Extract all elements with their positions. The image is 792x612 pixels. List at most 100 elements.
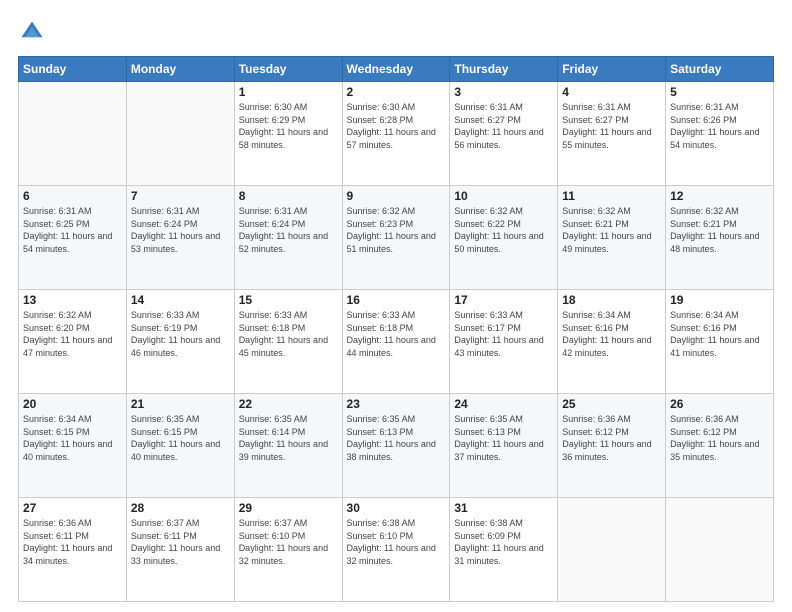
day-info: Sunrise: 6:31 AM Sunset: 6:24 PM Dayligh… bbox=[239, 205, 338, 255]
day-info: Sunrise: 6:33 AM Sunset: 6:18 PM Dayligh… bbox=[239, 309, 338, 359]
day-cell: 13 Sunrise: 6:32 AM Sunset: 6:20 PM Dayli… bbox=[19, 290, 127, 394]
day-number: 9 bbox=[347, 189, 446, 203]
day-number: 31 bbox=[454, 501, 553, 515]
day-info: Sunrise: 6:31 AM Sunset: 6:25 PM Dayligh… bbox=[23, 205, 122, 255]
day-number: 10 bbox=[454, 189, 553, 203]
week-row-0: 1Sunrise: 6:30 AM Sunset: 6:29 PM Daylig… bbox=[19, 82, 774, 186]
day-cell: 2 Sunrise: 6:30 AM Sunset: 6:28 PM Daylig… bbox=[342, 82, 450, 186]
day-cell bbox=[126, 82, 234, 186]
day-number: 16 bbox=[347, 293, 446, 307]
day-info: Sunrise: 6:35 AM Sunset: 6:13 PM Dayligh… bbox=[347, 413, 446, 463]
day-cell bbox=[558, 498, 666, 602]
day-number: 7 bbox=[131, 189, 230, 203]
day-number: 19 bbox=[670, 293, 769, 307]
day-number: 5 bbox=[670, 85, 769, 99]
day-info: Sunrise: 6:33 AM Sunset: 6:17 PM Dayligh… bbox=[454, 309, 553, 359]
weekday-header-thursday: Thursday bbox=[450, 57, 558, 82]
day-cell: 9 Sunrise: 6:32 AM Sunset: 6:23 PM Daylig… bbox=[342, 186, 450, 290]
day-info: Sunrise: 6:30 AM Sunset: 6:28 PM Dayligh… bbox=[347, 101, 446, 151]
day-info: Sunrise: 6:33 AM Sunset: 6:18 PM Dayligh… bbox=[347, 309, 446, 359]
day-info: Sunrise: 6:35 AM Sunset: 6:14 PM Dayligh… bbox=[239, 413, 338, 463]
day-info: Sunrise: 6:34 AM Sunset: 6:16 PM Dayligh… bbox=[670, 309, 769, 359]
day-info: Sunrise: 6:37 AM Sunset: 6:10 PM Dayligh… bbox=[239, 517, 338, 567]
day-info: Sunrise: 6:36 AM Sunset: 6:11 PM Dayligh… bbox=[23, 517, 122, 567]
day-info: Sunrise: 6:36 AM Sunset: 6:12 PM Dayligh… bbox=[562, 413, 661, 463]
day-info: Sunrise: 6:32 AM Sunset: 6:23 PM Dayligh… bbox=[347, 205, 446, 255]
week-row-1: 6 Sunrise: 6:31 AM Sunset: 6:25 PM Daylig… bbox=[19, 186, 774, 290]
day-cell: 6 Sunrise: 6:31 AM Sunset: 6:25 PM Daylig… bbox=[19, 186, 127, 290]
day-cell: 10 Sunrise: 6:32 AM Sunset: 6:22 PM Dayli… bbox=[450, 186, 558, 290]
day-cell: 11 Sunrise: 6:32 AM Sunset: 6:21 PM Dayli… bbox=[558, 186, 666, 290]
day-info: Sunrise: 6:31 AM Sunset: 6:27 PM Dayligh… bbox=[562, 101, 661, 151]
header bbox=[18, 18, 774, 46]
weekday-header-row: SundayMondayTuesdayWednesdayThursdayFrid… bbox=[19, 57, 774, 82]
day-cell: 28 Sunrise: 6:37 AM Sunset: 6:11 PM Dayli… bbox=[126, 498, 234, 602]
weekday-header-wednesday: Wednesday bbox=[342, 57, 450, 82]
day-info: Sunrise: 6:35 AM Sunset: 6:13 PM Dayligh… bbox=[454, 413, 553, 463]
day-number: 22 bbox=[239, 397, 338, 411]
day-cell: 30 Sunrise: 6:38 AM Sunset: 6:10 PM Dayli… bbox=[342, 498, 450, 602]
day-number: 26 bbox=[670, 397, 769, 411]
week-row-3: 20 Sunrise: 6:34 AM Sunset: 6:15 PM Dayli… bbox=[19, 394, 774, 498]
day-info: Sunrise: 6:38 AM Sunset: 6:09 PM Dayligh… bbox=[454, 517, 553, 567]
day-cell: 3Sunrise: 6:31 AM Sunset: 6:27 PM Daylig… bbox=[450, 82, 558, 186]
weekday-header-tuesday: Tuesday bbox=[234, 57, 342, 82]
day-number: 30 bbox=[347, 501, 446, 515]
day-cell: 24 Sunrise: 6:35 AM Sunset: 6:13 PM Dayli… bbox=[450, 394, 558, 498]
day-number: 18 bbox=[562, 293, 661, 307]
day-number: 17 bbox=[454, 293, 553, 307]
day-number: 4 bbox=[562, 85, 661, 99]
day-cell: 18 Sunrise: 6:34 AM Sunset: 6:16 PM Dayli… bbox=[558, 290, 666, 394]
day-number: 2 bbox=[347, 85, 446, 99]
day-cell: 22 Sunrise: 6:35 AM Sunset: 6:14 PM Dayli… bbox=[234, 394, 342, 498]
day-cell: 1Sunrise: 6:30 AM Sunset: 6:29 PM Daylig… bbox=[234, 82, 342, 186]
day-cell: 19 Sunrise: 6:34 AM Sunset: 6:16 PM Dayli… bbox=[666, 290, 774, 394]
day-number: 11 bbox=[562, 189, 661, 203]
day-number: 28 bbox=[131, 501, 230, 515]
day-cell: 8 Sunrise: 6:31 AM Sunset: 6:24 PM Daylig… bbox=[234, 186, 342, 290]
weekday-header-sunday: Sunday bbox=[19, 57, 127, 82]
week-row-4: 27 Sunrise: 6:36 AM Sunset: 6:11 PM Dayli… bbox=[19, 498, 774, 602]
day-cell: 4 Sunrise: 6:31 AM Sunset: 6:27 PM Daylig… bbox=[558, 82, 666, 186]
logo-icon bbox=[18, 18, 46, 46]
day-info: Sunrise: 6:34 AM Sunset: 6:15 PM Dayligh… bbox=[23, 413, 122, 463]
day-number: 24 bbox=[454, 397, 553, 411]
day-cell: 7 Sunrise: 6:31 AM Sunset: 6:24 PM Daylig… bbox=[126, 186, 234, 290]
day-number: 14 bbox=[131, 293, 230, 307]
day-info: Sunrise: 6:33 AM Sunset: 6:19 PM Dayligh… bbox=[131, 309, 230, 359]
day-cell: 15Sunrise: 6:33 AM Sunset: 6:18 PM Dayli… bbox=[234, 290, 342, 394]
day-cell: 26Sunrise: 6:36 AM Sunset: 6:12 PM Dayli… bbox=[666, 394, 774, 498]
day-info: Sunrise: 6:35 AM Sunset: 6:15 PM Dayligh… bbox=[131, 413, 230, 463]
day-info: Sunrise: 6:32 AM Sunset: 6:20 PM Dayligh… bbox=[23, 309, 122, 359]
day-cell: 17 Sunrise: 6:33 AM Sunset: 6:17 PM Dayli… bbox=[450, 290, 558, 394]
day-info: Sunrise: 6:34 AM Sunset: 6:16 PM Dayligh… bbox=[562, 309, 661, 359]
day-number: 23 bbox=[347, 397, 446, 411]
day-info: Sunrise: 6:32 AM Sunset: 6:21 PM Dayligh… bbox=[562, 205, 661, 255]
day-info: Sunrise: 6:31 AM Sunset: 6:24 PM Dayligh… bbox=[131, 205, 230, 255]
day-cell: 20 Sunrise: 6:34 AM Sunset: 6:15 PM Dayli… bbox=[19, 394, 127, 498]
day-number: 27 bbox=[23, 501, 122, 515]
day-number: 6 bbox=[23, 189, 122, 203]
day-cell bbox=[666, 498, 774, 602]
day-number: 12 bbox=[670, 189, 769, 203]
day-number: 21 bbox=[131, 397, 230, 411]
day-number: 13 bbox=[23, 293, 122, 307]
day-cell: 14 Sunrise: 6:33 AM Sunset: 6:19 PM Dayli… bbox=[126, 290, 234, 394]
day-info: Sunrise: 6:38 AM Sunset: 6:10 PM Dayligh… bbox=[347, 517, 446, 567]
day-info: Sunrise: 6:32 AM Sunset: 6:22 PM Dayligh… bbox=[454, 205, 553, 255]
day-cell: 5Sunrise: 6:31 AM Sunset: 6:26 PM Daylig… bbox=[666, 82, 774, 186]
day-info: Sunrise: 6:32 AM Sunset: 6:21 PM Dayligh… bbox=[670, 205, 769, 255]
day-cell: 21 Sunrise: 6:35 AM Sunset: 6:15 PM Dayli… bbox=[126, 394, 234, 498]
day-number: 20 bbox=[23, 397, 122, 411]
logo bbox=[18, 18, 50, 46]
day-info: Sunrise: 6:37 AM Sunset: 6:11 PM Dayligh… bbox=[131, 517, 230, 567]
day-number: 29 bbox=[239, 501, 338, 515]
day-number: 8 bbox=[239, 189, 338, 203]
week-row-2: 13 Sunrise: 6:32 AM Sunset: 6:20 PM Dayli… bbox=[19, 290, 774, 394]
day-cell: 23 Sunrise: 6:35 AM Sunset: 6:13 PM Dayli… bbox=[342, 394, 450, 498]
day-cell: 16 Sunrise: 6:33 AM Sunset: 6:18 PM Dayli… bbox=[342, 290, 450, 394]
weekday-header-monday: Monday bbox=[126, 57, 234, 82]
day-cell: 27 Sunrise: 6:36 AM Sunset: 6:11 PM Dayli… bbox=[19, 498, 127, 602]
page: SundayMondayTuesdayWednesdayThursdayFrid… bbox=[0, 0, 792, 612]
day-cell bbox=[19, 82, 127, 186]
